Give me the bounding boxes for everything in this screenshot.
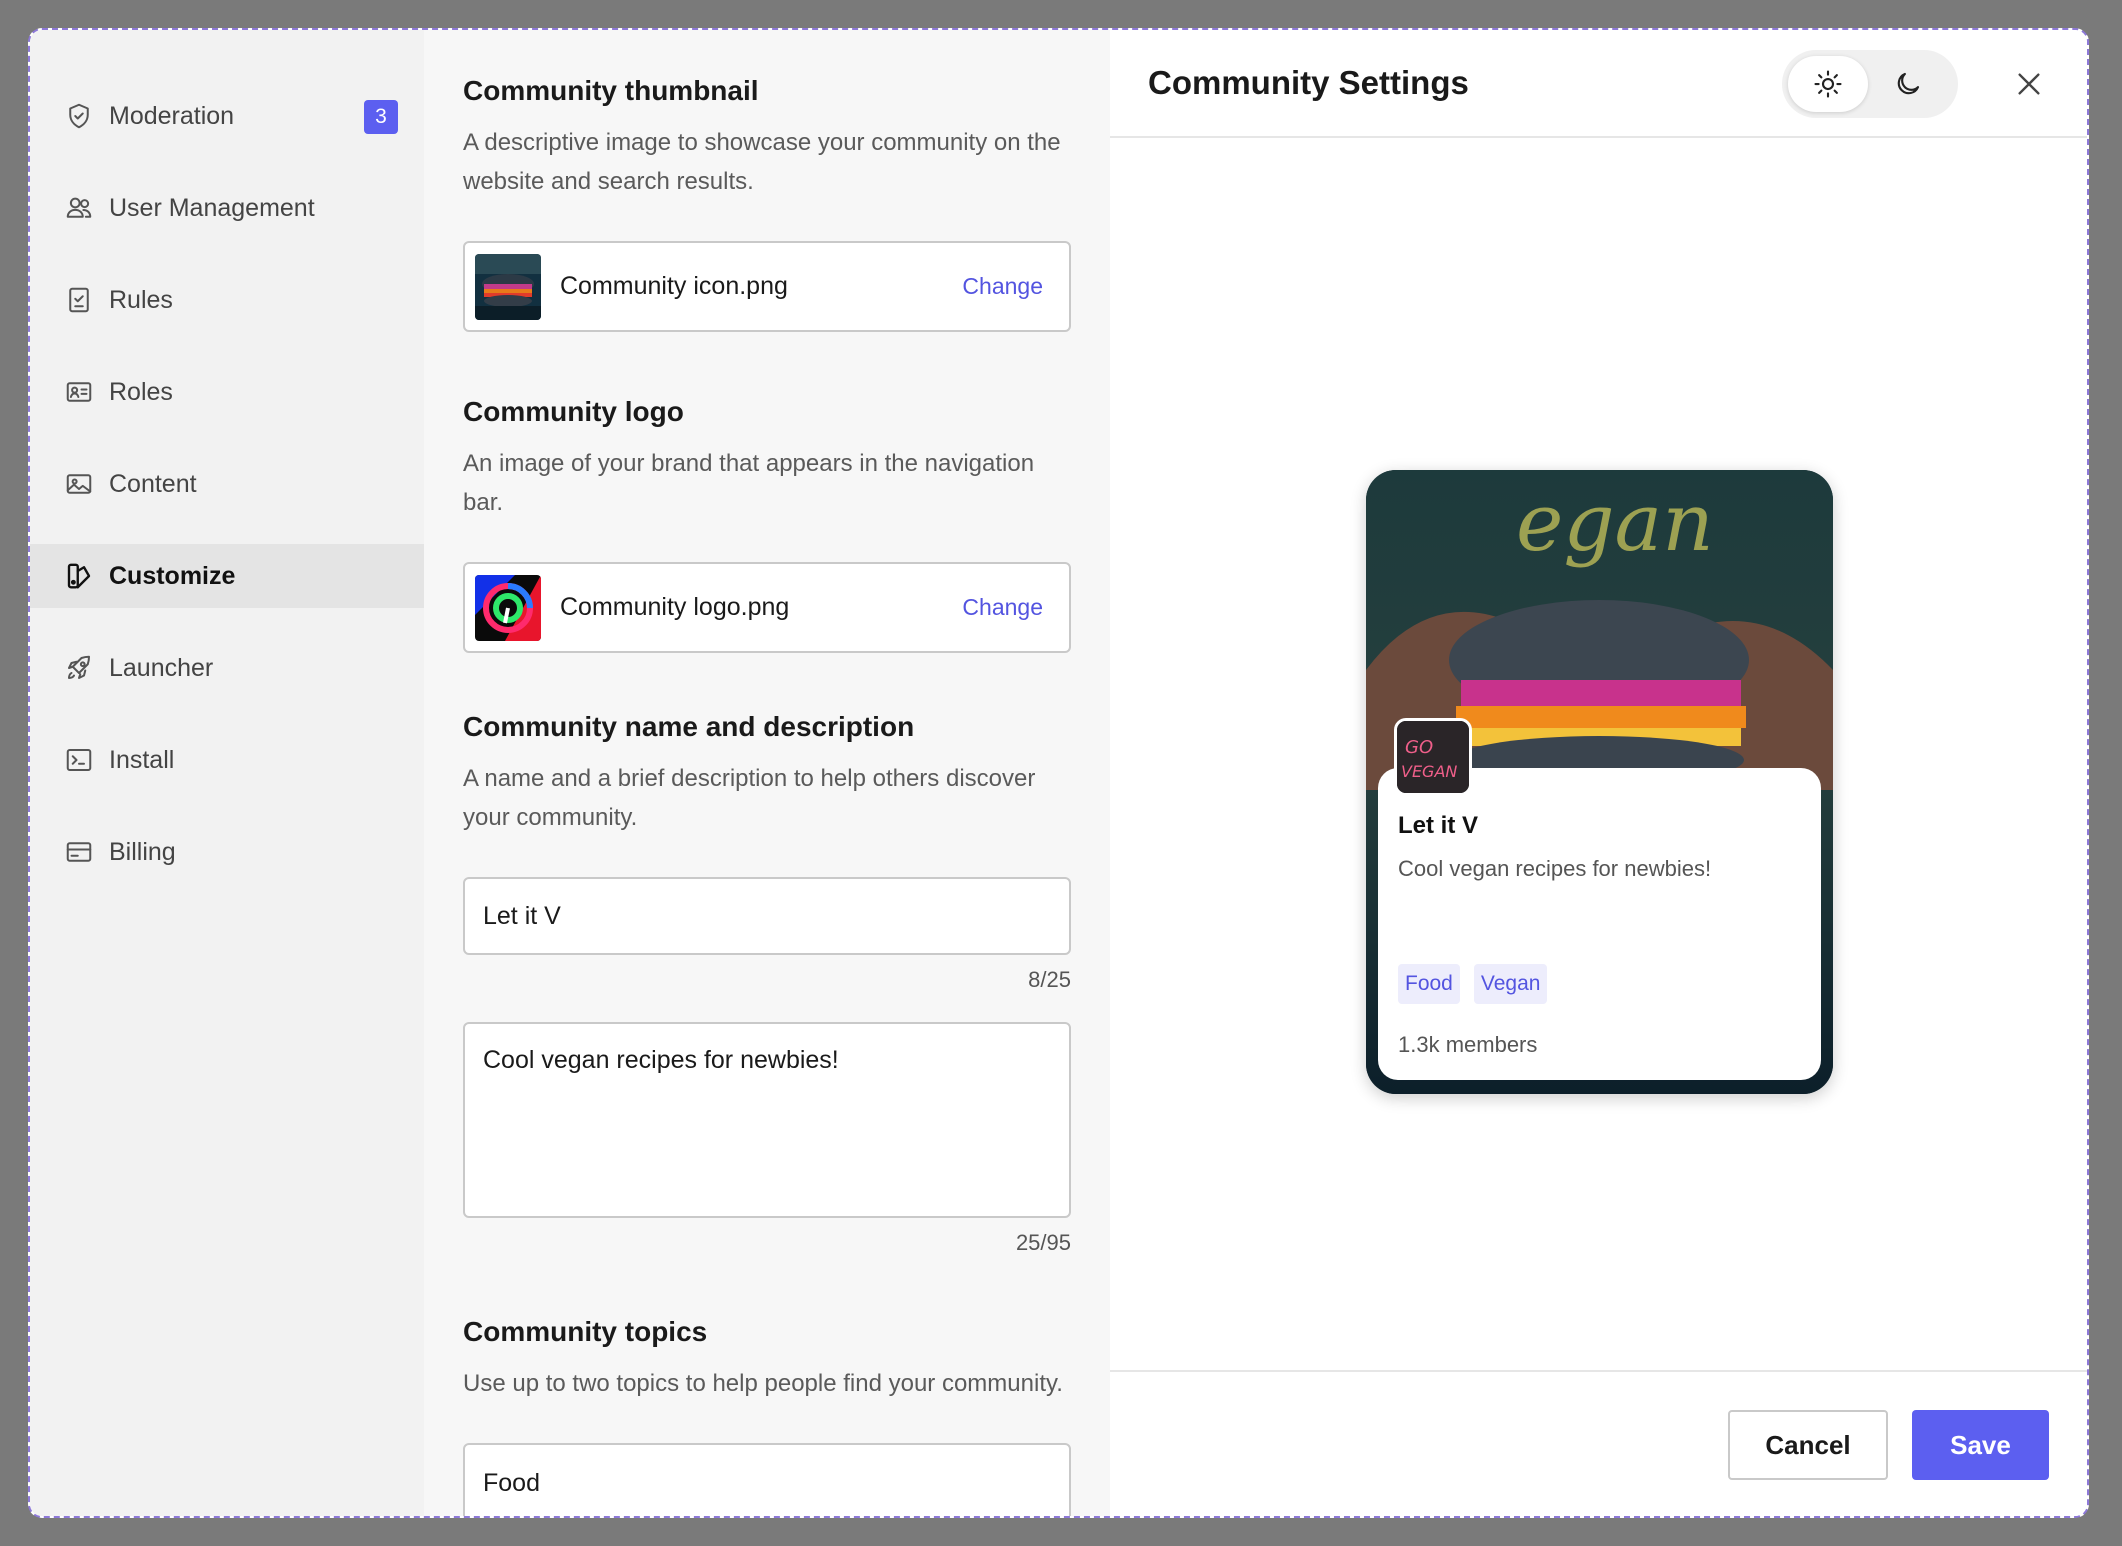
name-char-counter: 8/25 xyxy=(1028,967,1071,992)
preview-panel: Community Settings egan GO VEGAN Let it … xyxy=(1110,30,2087,1516)
close-icon xyxy=(2018,73,2040,95)
cancel-button[interactable]: Cancel xyxy=(1728,1410,1888,1480)
sidebar-item-label: Billing xyxy=(109,837,176,866)
sidebar-item-label: Install xyxy=(109,745,175,774)
customize-form: Community thumbnail A descriptive image … xyxy=(424,30,1110,1516)
card-community-name: Let it V xyxy=(1398,812,1479,839)
svg-text:egan: egan xyxy=(1516,476,1714,569)
sidebar-item-moderation[interactable]: Moderation 3 xyxy=(30,84,424,148)
logo-file-row: Community logo.png Change xyxy=(463,562,1071,653)
sidebar-item-label: Content xyxy=(109,469,197,498)
name-description-title: Community name and description xyxy=(463,711,915,742)
topics-title: Community topics xyxy=(463,1316,708,1347)
sidebar-item-label: User Management xyxy=(109,193,315,222)
clipboard-check-icon xyxy=(64,285,94,315)
users-icon xyxy=(64,193,94,223)
community-settings-modal: Moderation 3 User Management Rules Roles xyxy=(28,28,2089,1518)
sidebar-item-rules[interactable]: Rules xyxy=(30,268,424,332)
card-tags: Food Vegan xyxy=(1398,964,1548,1004)
sidebar-item-label: Customize xyxy=(109,561,236,590)
image-icon xyxy=(64,469,94,499)
palette-icon xyxy=(64,561,94,591)
save-button[interactable]: Save xyxy=(1912,1410,2049,1480)
sidebar: Moderation 3 User Management Rules Roles xyxy=(30,30,424,1516)
logo-file-name: Community logo.png xyxy=(560,593,790,621)
dark-theme-button[interactable] xyxy=(1868,56,1948,112)
shield-check-icon xyxy=(64,101,94,131)
card-avatar: GO VEGAN xyxy=(1394,718,1472,796)
logo-title: Community logo xyxy=(463,396,684,427)
preview-header: Community Settings xyxy=(1110,30,2087,138)
card-tag: Food xyxy=(1398,964,1460,1004)
card-tag: Vegan xyxy=(1473,964,1548,1004)
sun-icon xyxy=(1814,70,1842,98)
credit-card-icon xyxy=(64,837,94,867)
logo-preview-image xyxy=(475,574,541,641)
sidebar-item-billing[interactable]: Billing xyxy=(30,820,424,884)
sidebar-item-label: Roles xyxy=(109,377,173,406)
thumbnail-file-name: Community icon.png xyxy=(560,272,788,300)
moderation-count-badge: 3 xyxy=(364,100,398,134)
light-theme-button[interactable] xyxy=(1788,56,1868,112)
sidebar-item-launcher[interactable]: Launcher xyxy=(30,636,424,700)
theme-toggle xyxy=(1782,50,1958,118)
description-char-counter: 25/95 xyxy=(1015,1230,1071,1255)
sidebar-item-label: Moderation xyxy=(109,101,235,130)
name-description-description: A name and a brief description to help o… xyxy=(463,765,1036,831)
modal-footer: Cancel Save xyxy=(1110,1370,2087,1516)
logo-description: An image of your brand that appears in t… xyxy=(463,450,1035,516)
thumbnail-file-row: Community icon.png Change xyxy=(463,241,1071,332)
thumbnail-title: Community thumbnail xyxy=(463,75,759,106)
sidebar-item-customize[interactable]: Customize xyxy=(30,544,424,608)
community-description-textarea[interactable]: Cool vegan recipes for newbies! xyxy=(463,1022,1071,1218)
card-body: Let it V Cool vegan recipes for newbies!… xyxy=(1378,768,1821,1080)
sidebar-item-roles[interactable]: Roles xyxy=(30,360,424,424)
community-name-input[interactable]: Let it V xyxy=(463,877,1071,955)
rocket-icon xyxy=(64,653,94,683)
terminal-icon xyxy=(64,745,94,775)
topic-input[interactable]: Food xyxy=(463,1443,1071,1516)
thumbnail-section: Community thumbnail A descriptive image … xyxy=(463,75,1071,332)
topics-section: Community topics Use up to two topics to… xyxy=(463,1316,1071,1516)
sidebar-item-label: Rules xyxy=(109,285,173,314)
close-button[interactable] xyxy=(2013,68,2045,100)
sidebar-item-install[interactable]: Install xyxy=(30,728,424,792)
svg-text:VEGAN: VEGAN xyxy=(1401,762,1457,781)
moon-icon xyxy=(1897,72,1920,95)
community-card-preview: egan GO VEGAN Let it V Cool vegan recipe… xyxy=(1366,470,1833,1094)
sidebar-item-content[interactable]: Content xyxy=(30,452,424,516)
topics-description: Use up to two topics to help people find… xyxy=(463,1370,1063,1397)
svg-text:GO: GO xyxy=(1405,737,1433,758)
thumbnail-preview-image xyxy=(475,253,541,320)
thumbnail-description: A descriptive image to showcase your com… xyxy=(463,129,1061,195)
page-title: Community Settings xyxy=(1148,64,1469,101)
card-community-description: Cool vegan recipes for newbies! xyxy=(1398,856,1712,881)
id-card-icon xyxy=(64,377,94,407)
preview-body: egan GO VEGAN Let it V Cool vegan recipe… xyxy=(1110,138,2087,1400)
sidebar-item-user-management[interactable]: User Management xyxy=(30,176,424,240)
name-description-section: Community name and description A name an… xyxy=(463,711,1071,1256)
sidebar-item-label: Launcher xyxy=(109,653,214,682)
thumbnail-change-link[interactable]: Change xyxy=(962,273,1043,300)
card-member-count: 1.3k members xyxy=(1398,1032,1538,1057)
logo-change-link[interactable]: Change xyxy=(962,594,1043,621)
logo-section: Community logo An image of your brand th… xyxy=(463,396,1071,653)
